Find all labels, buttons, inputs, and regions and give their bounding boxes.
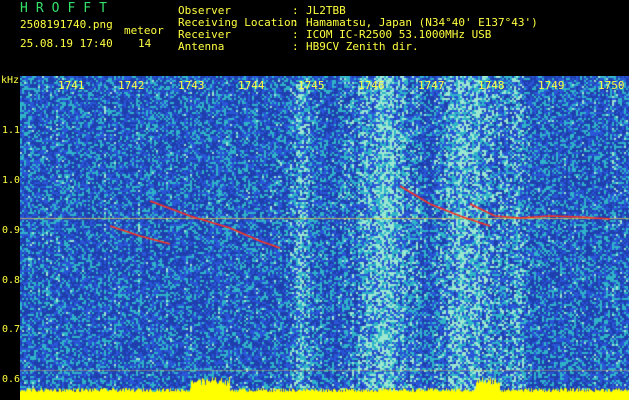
time-label-1749: 1749 xyxy=(538,79,565,92)
time-label-1742: 1742 xyxy=(118,79,145,92)
time-label-1744: 1744 xyxy=(238,79,265,92)
freq-label-1-0: 1.0 xyxy=(2,175,21,186)
time-label-1750: 1750 xyxy=(598,79,625,92)
mode-label: meteor xyxy=(124,24,164,37)
time-label-1741: 1741 xyxy=(58,79,85,92)
antenna-colon: : xyxy=(292,40,299,53)
freq-label-0-9: 0.9 xyxy=(2,225,21,236)
datetime: 25.08.19 17:40 xyxy=(20,37,113,50)
antenna-label: Antenna xyxy=(178,40,225,53)
freq-label-1-1: 1.1 xyxy=(2,125,21,136)
header-panel: HROFFT 2508191740.png 25.08.19 17:40 met… xyxy=(0,0,629,74)
time-label-1747: 1747 xyxy=(418,79,445,92)
freq-label-0-8: 0.8 xyxy=(2,275,21,286)
antenna-value: HB9CV Zenith dir. xyxy=(306,40,419,53)
time-label-1745: 1745 xyxy=(298,79,325,92)
time-label-1743: 1743 xyxy=(178,79,205,92)
app-brand: HROFFT xyxy=(20,1,115,16)
freq-label-0-6: 0.6 xyxy=(2,374,21,385)
freq-unit-label: kHz xyxy=(1,75,20,86)
time-label-1748: 1748 xyxy=(478,79,505,92)
filename: 2508191740.png xyxy=(20,18,113,31)
spectrogram-canvas xyxy=(20,76,629,400)
freq-label-0-7: 0.7 xyxy=(2,324,21,335)
time-label-1746: 1746 xyxy=(358,79,385,92)
meteor-count: 14 xyxy=(138,37,152,50)
